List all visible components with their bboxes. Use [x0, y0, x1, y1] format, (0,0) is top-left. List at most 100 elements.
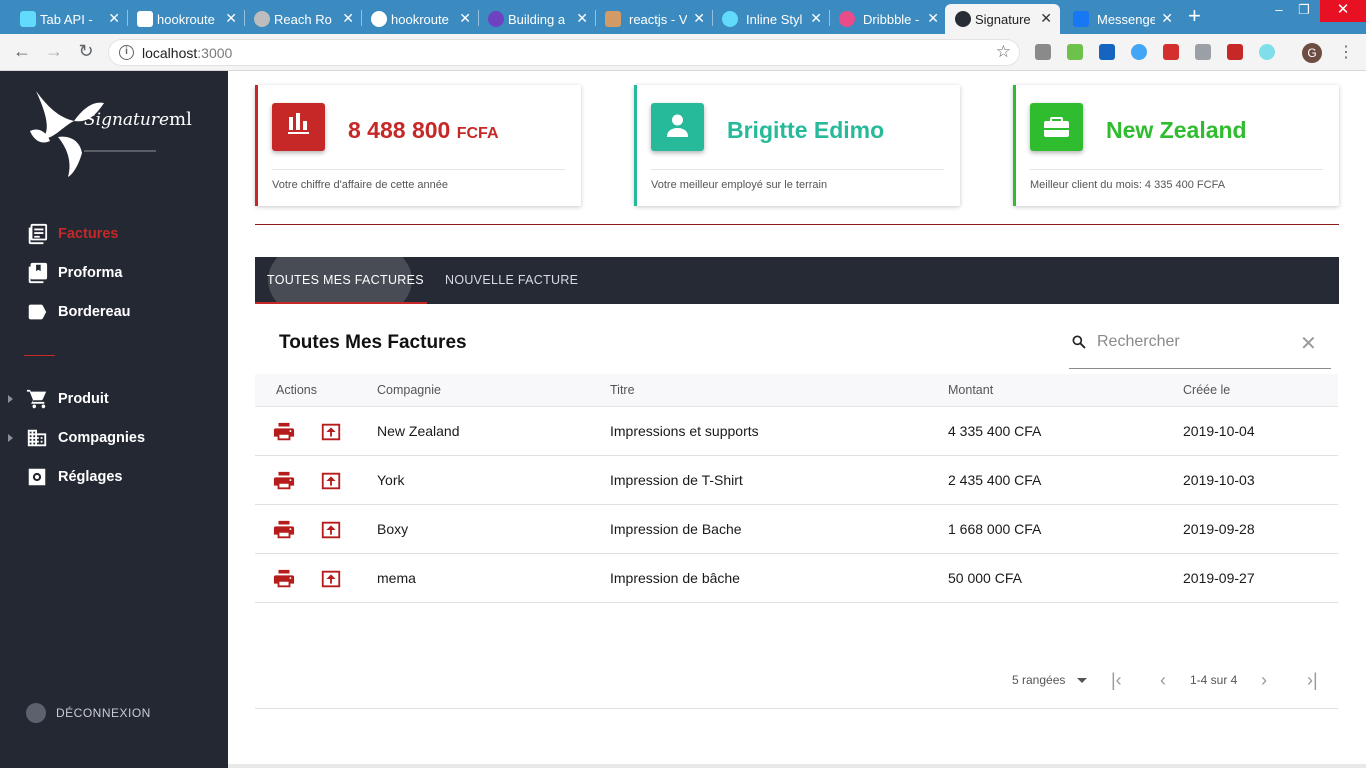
column-header-created[interactable]: Créée le	[1183, 383, 1230, 397]
info-icon[interactable]: i	[119, 45, 134, 60]
first-page-icon[interactable]: |‹	[1111, 670, 1122, 691]
browser-tab-title: Dribbble -	[863, 11, 920, 27]
sidebar-item-factures[interactable]: Factures	[26, 222, 118, 246]
browser-tab[interactable]: hookrouter ✕	[137, 4, 237, 34]
table-title: Toutes Mes Factures	[279, 332, 467, 353]
export-icon[interactable]	[320, 568, 342, 590]
close-tab-icon[interactable]: ✕	[1161, 10, 1173, 27]
sidebar-item-proforma[interactable]: Proforma	[26, 261, 122, 285]
tab-separator	[712, 10, 713, 26]
browser-tab[interactable]: Inline Styl ✕	[722, 4, 822, 34]
tab-separator	[244, 10, 245, 26]
browser-tab[interactable]: hookrouter ✕	[371, 4, 471, 34]
card-accent-bar	[1013, 85, 1016, 206]
back-icon[interactable]: ←	[11, 41, 33, 62]
close-tab-icon[interactable]: ✕	[810, 10, 822, 27]
sidebar-item-reglages[interactable]: Réglages	[26, 465, 122, 489]
print-icon[interactable]	[273, 421, 295, 443]
table-row: Boxy Impression de Bache 1 668 000 CFA 2…	[255, 505, 1338, 554]
logo-suffix: ml	[169, 109, 192, 130]
print-icon[interactable]	[273, 470, 295, 492]
chevron-down-icon[interactable]	[1077, 678, 1087, 683]
close-tab-icon[interactable]: ✕	[108, 10, 120, 27]
extension-node-icon[interactable]	[1067, 44, 1083, 60]
url-host: localhost	[142, 45, 198, 61]
sidebar-item-bordereau[interactable]: Bordereau	[26, 300, 131, 324]
card-value-unit: FCFA	[456, 125, 499, 142]
browser-tab[interactable]: Reach Router ✕	[254, 4, 354, 34]
reload-icon[interactable]: ↻	[75, 41, 97, 62]
print-icon[interactable]	[273, 568, 295, 590]
export-icon[interactable]	[320, 470, 342, 492]
logout-button[interactable]: DÉCONNEXION	[26, 703, 151, 723]
expand-arrow-icon[interactable]	[8, 434, 13, 442]
cell-company: mema	[377, 570, 416, 586]
card-description: Votre meilleur employé sur le terrain	[651, 179, 828, 191]
last-page-icon[interactable]: ›|	[1307, 670, 1318, 691]
tab-all-invoices[interactable]: TOUTES MES FACTURES	[267, 273, 424, 287]
cell-amount: 50 000 CFA	[948, 570, 1022, 586]
browser-tab[interactable]: Dribbble - ✕	[839, 4, 939, 34]
close-tab-icon[interactable]: ✕	[1040, 10, 1052, 27]
close-tab-icon[interactable]: ✕	[927, 10, 939, 27]
extension-save-icon[interactable]	[1099, 44, 1115, 60]
column-header-company[interactable]: Compagnie	[377, 383, 441, 397]
extension-shield-icon[interactable]	[1195, 44, 1211, 60]
sidebar: Signatureml Factures Proforma Bordereau …	[0, 71, 228, 768]
new-tab-button[interactable]: +	[1188, 3, 1201, 29]
table-row: mema Impression de bâche 50 000 CFA 2019…	[255, 554, 1338, 603]
extension-eye-icon[interactable]	[1259, 44, 1275, 60]
search-field[interactable]: ✕	[1069, 326, 1331, 369]
print-icon[interactable]	[273, 519, 295, 541]
cell-title: Impression de bâche	[610, 570, 740, 586]
clear-search-icon[interactable]: ✕	[1300, 331, 1317, 356]
browser-tab[interactable]: Building a ✕	[488, 4, 588, 34]
extension-pdf-icon[interactable]	[1163, 44, 1179, 60]
logo-text: Signature	[84, 110, 170, 130]
browser-menu-icon[interactable]: ⋮	[1338, 42, 1354, 62]
extension-circle-icon[interactable]	[1131, 44, 1147, 60]
sidebar-item-compagnies[interactable]: Compagnies	[26, 426, 145, 450]
restore-button[interactable]: ❐	[1287, 0, 1321, 22]
column-header-title[interactable]: Titre	[610, 383, 635, 397]
library-icon	[28, 262, 48, 284]
tab-new-invoice[interactable]: NOUVELLE FACTURE	[445, 273, 578, 287]
card-value: New Zealand	[1106, 117, 1247, 143]
sidebar-item-label: Réglages	[58, 469, 123, 485]
column-header-amount[interactable]: Montant	[948, 383, 993, 397]
search-input[interactable]	[1097, 330, 1297, 354]
extension-bag-icon[interactable]	[1035, 44, 1051, 60]
card-accent-bar	[634, 85, 637, 206]
export-icon[interactable]	[320, 519, 342, 541]
rows-per-page-select[interactable]: 5 rangées	[1012, 673, 1065, 687]
card-value: Brigitte Edimo	[727, 117, 885, 143]
close-tab-icon[interactable]: ✕	[693, 10, 705, 27]
sidebar-item-label: Bordereau	[58, 304, 131, 320]
browser-tab-title: Inline Styl	[746, 11, 803, 27]
browser-tab-title: Signature	[975, 11, 1031, 27]
sidebar-item-produit[interactable]: Produit	[26, 387, 109, 411]
address-bar[interactable]: i localhost:3000 ☆	[108, 39, 1020, 66]
close-tab-icon[interactable]: ✕	[225, 10, 237, 27]
browser-tab-active[interactable]: Signature ✕	[945, 4, 1060, 34]
close-tab-icon[interactable]: ✕	[576, 10, 588, 27]
close-tab-icon[interactable]: ✕	[459, 10, 471, 27]
close-tab-icon[interactable]: ✕	[342, 10, 354, 27]
expand-arrow-icon[interactable]	[8, 395, 13, 403]
browser-tab[interactable]: Tab API - ✕	[20, 4, 120, 34]
github-favicon-icon	[371, 11, 387, 27]
browser-tab-title: Reach Router	[274, 11, 332, 27]
browser-tab[interactable]: Messenger ✕	[1073, 4, 1173, 34]
previous-page-icon[interactable]: ‹	[1160, 670, 1166, 691]
bookmark-star-icon[interactable]: ☆	[996, 42, 1011, 62]
react-favicon-icon	[722, 11, 738, 27]
forward-icon[interactable]: →	[43, 41, 65, 62]
logout-label: DÉCONNEXION	[56, 706, 151, 720]
extension-grid-icon[interactable]	[1227, 44, 1243, 60]
logo-wordmark: Signatureml	[84, 109, 192, 130]
profile-avatar[interactable]: G	[1302, 43, 1322, 63]
next-page-icon[interactable]: ›	[1261, 670, 1267, 691]
close-window-button[interactable]: ✕	[1320, 0, 1366, 22]
export-icon[interactable]	[320, 421, 342, 443]
browser-tab[interactable]: reactjs - V ✕	[605, 4, 705, 34]
